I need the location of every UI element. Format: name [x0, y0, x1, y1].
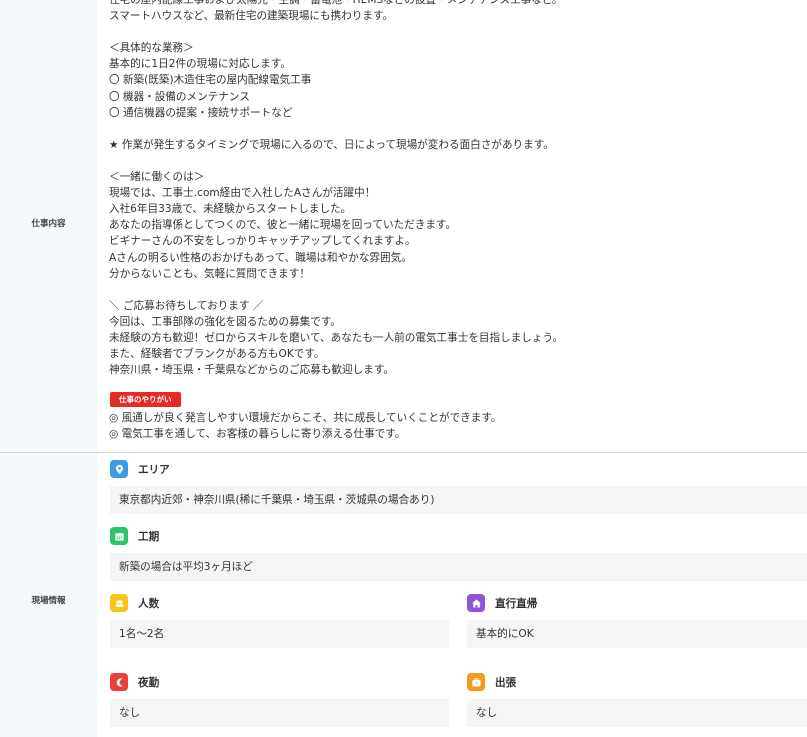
job-description-row: 仕事内容 住宅の屋内配線工事および太陽光・空調・蓄電池・HEMSなどの設置・メン… — [0, 0, 807, 452]
people-field-title: 人数 — [138, 597, 160, 610]
area-field-value: 東京都内近郊・神奈川県(稀に千葉県・埼玉県・茨城県の場合あり) — [110, 486, 807, 514]
site-info-label: 現場情報 — [31, 596, 66, 606]
calendar-icon — [110, 527, 128, 545]
direct-field-title: 直行直帰 — [495, 597, 538, 610]
trip-field-value: なし — [467, 699, 807, 727]
night-field-header: 夜勤 — [110, 673, 159, 691]
suitcase-icon — [467, 673, 485, 691]
people-field-header: 人数 — [110, 594, 159, 612]
direct-field-header: 直行直帰 — [467, 594, 537, 612]
job-description-label-cell: 仕事内容 — [0, 0, 97, 452]
area-field-title: エリア — [138, 463, 170, 476]
period-field-value: 新築の場合は平均3ヶ月ほど — [110, 553, 807, 581]
area-field-header: エリア — [110, 460, 170, 478]
job-description-label: 仕事内容 — [31, 219, 66, 229]
period-field-header: 工期 — [110, 527, 159, 545]
yarigai-badge: 仕事のやりがい — [110, 392, 181, 407]
site-info-content: エリア 東京都内近郊・神奈川県(稀に千葉県・埼玉県・茨城県の場合あり) 工期 新… — [97, 453, 807, 737]
site-info-row: 現場情報 エリア 東京都内近郊・神奈川県(稀に千葉県・埼玉県・茨城県の場合あり)… — [0, 453, 807, 737]
people-field-value: 1名～2名 — [110, 620, 449, 648]
job-description-text: 住宅の屋内配線工事および太陽光・空調・蓄電池・HEMSなどの設置・メンテナンス工… — [109, 0, 564, 377]
yarigai-text: ◎ 風通しが良く発言しやすい環境だからこそ、共に成長していくことができます。 ◎… — [109, 412, 502, 441]
direct-field-value: 基本的にOK — [467, 620, 807, 648]
job-description-content: 住宅の屋内配線工事および太陽光・空調・蓄電池・HEMSなどの設置・メンテナンス工… — [97, 0, 807, 452]
site-info-label-cell: 現場情報 — [0, 453, 97, 737]
location-pin-icon — [110, 460, 128, 478]
night-field-value: なし — [110, 699, 449, 727]
period-field-title: 工期 — [138, 530, 160, 543]
trip-field-title: 出張 — [495, 676, 517, 689]
moon-icon — [110, 673, 128, 691]
home-icon — [467, 594, 485, 612]
people-icon — [110, 594, 128, 612]
trip-field-header: 出張 — [467, 673, 516, 691]
night-field-title: 夜勤 — [138, 676, 160, 689]
